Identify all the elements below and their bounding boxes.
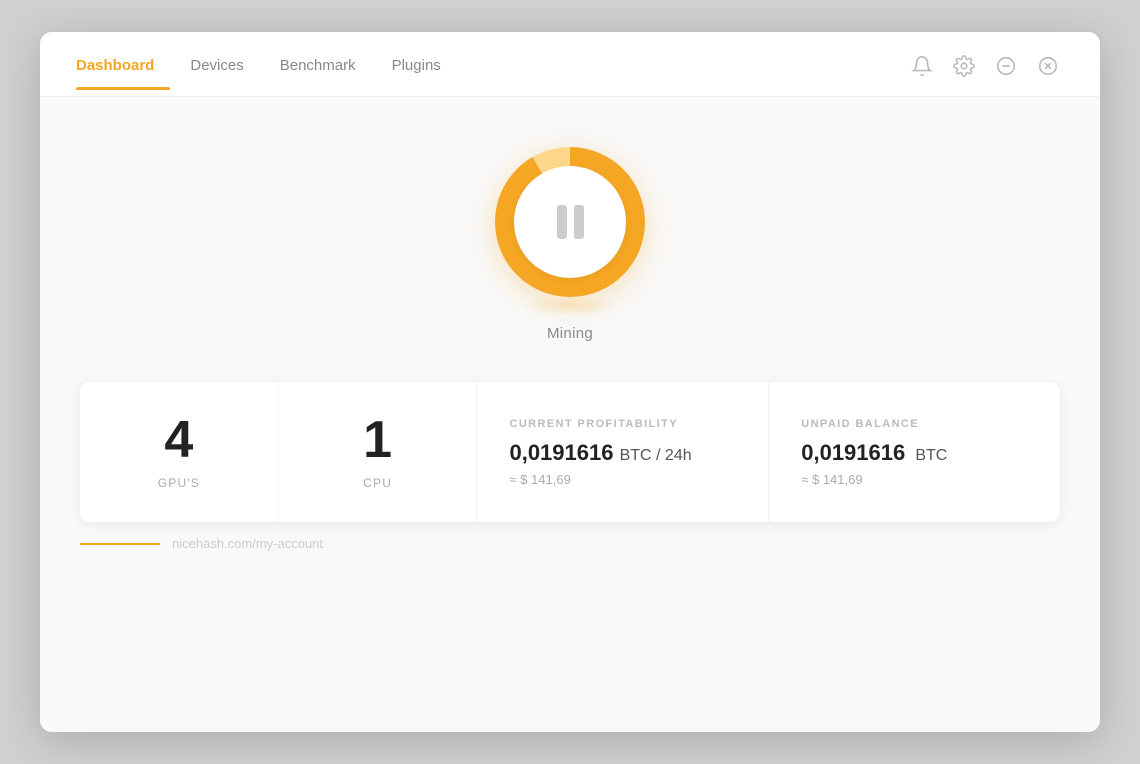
close-icon[interactable] bbox=[1032, 50, 1064, 82]
profitability-section-label: CURRENT PROFITABILITY bbox=[509, 418, 678, 430]
pause-bar-left bbox=[557, 205, 567, 239]
mining-section: Mining bbox=[495, 147, 645, 342]
cpu-stat-card: 1 CPU bbox=[279, 382, 478, 522]
settings-icon[interactable] bbox=[948, 50, 980, 82]
minimize-icon[interactable] bbox=[990, 50, 1022, 82]
stats-row: 4 GPU'S 1 CPU CURRENT PROFITABILITY 0,01… bbox=[80, 382, 1060, 522]
gpu-label: GPU'S bbox=[158, 476, 200, 490]
pause-icon bbox=[557, 205, 584, 239]
nav-tabs: Dashboard Devices Benchmark Plugins bbox=[76, 57, 477, 90]
bottom-hint-line bbox=[80, 543, 160, 545]
balance-card: UNPAID BALANCE 0,0191616 BTC ≈ $ 141,69 bbox=[769, 382, 1060, 522]
mining-toggle-button[interactable] bbox=[495, 147, 645, 297]
tab-benchmark[interactable]: Benchmark bbox=[280, 57, 372, 90]
header: Dashboard Devices Benchmark Plugins bbox=[40, 32, 1100, 97]
header-icons bbox=[906, 50, 1064, 96]
balance-usd: ≈ $ 141,69 bbox=[801, 472, 862, 487]
cpu-label: CPU bbox=[363, 476, 392, 490]
profitability-btc: 0,0191616 BTC / 24h bbox=[509, 440, 691, 466]
gpu-stat-card: 4 GPU'S bbox=[80, 382, 279, 522]
bottom-hint-text: nicehash.com/my-account bbox=[172, 536, 323, 551]
gpu-count: 4 bbox=[164, 414, 193, 466]
tab-dashboard[interactable]: Dashboard bbox=[76, 57, 170, 90]
main-content: Mining 4 GPU'S 1 CPU CURRENT PROFITABILI… bbox=[40, 97, 1100, 732]
cpu-count: 1 bbox=[363, 414, 392, 466]
balance-btc: 0,0191616 BTC bbox=[801, 440, 947, 466]
app-window: Dashboard Devices Benchmark Plugins bbox=[40, 32, 1100, 732]
notification-icon[interactable] bbox=[906, 50, 938, 82]
bottom-hint: nicehash.com/my-account bbox=[80, 522, 1060, 551]
profitability-card: CURRENT PROFITABILITY 0,0191616 BTC / 24… bbox=[477, 382, 769, 522]
mining-button-inner bbox=[514, 166, 626, 278]
balance-section-label: UNPAID BALANCE bbox=[801, 418, 919, 430]
profitability-usd: ≈ $ 141,69 bbox=[509, 472, 570, 487]
pause-bar-right bbox=[574, 205, 584, 239]
tab-devices[interactable]: Devices bbox=[190, 57, 259, 90]
mining-label: Mining bbox=[547, 325, 593, 342]
tab-plugins[interactable]: Plugins bbox=[392, 57, 457, 90]
